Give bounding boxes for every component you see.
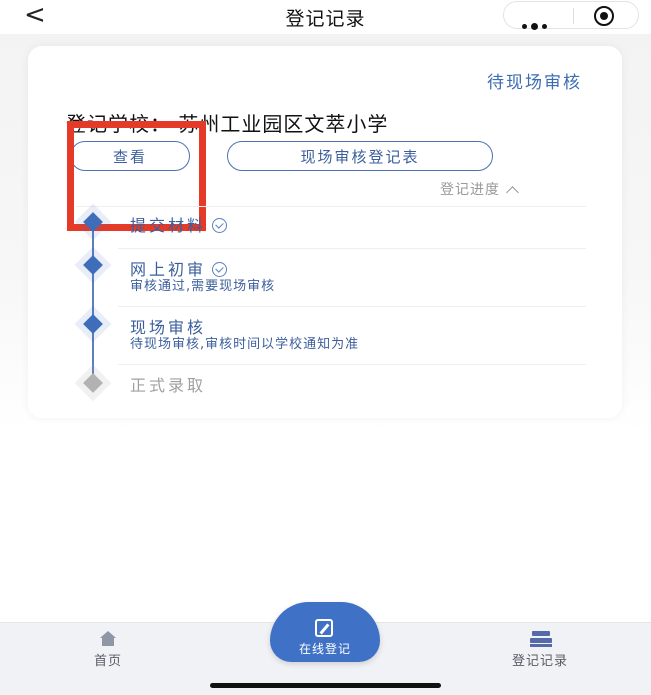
step-title: 正式录取 <box>130 376 207 395</box>
miniprogram-capsule <box>503 1 639 30</box>
divider <box>76 206 586 207</box>
tab-label: 首页 <box>93 654 122 669</box>
step-title: 提交材料 <box>130 216 207 235</box>
divider <box>118 248 586 249</box>
registration-record-card: 待现场审核 登记学校： 苏州工业园区文萃小学 查看 现场审核登记表 登记进度 提… <box>28 46 622 418</box>
step-marker <box>83 255 103 275</box>
more-icon[interactable] <box>522 14 551 33</box>
tab-label: 在线登记 <box>298 642 351 656</box>
home-icon <box>98 631 118 647</box>
check-circle-icon <box>212 218 228 233</box>
step-subtitle: 待现场审核,审核时间以学校通知为准 <box>130 337 360 352</box>
nav-bar: < 登记记录 <box>0 0 651 34</box>
chevron-up-icon <box>506 186 519 199</box>
step-marker <box>83 212 103 232</box>
onsite-review-form-button[interactable]: 现场审核登记表 <box>227 141 493 171</box>
home-indicator <box>210 683 441 688</box>
edit-icon <box>315 619 333 637</box>
capsule-divider <box>573 8 574 24</box>
divider <box>118 306 586 307</box>
tab-label: 登记记录 <box>511 654 568 669</box>
records-icon <box>530 631 552 647</box>
progress-toggle-label: 登记进度 <box>440 182 500 198</box>
status-badge: 待现场审核 <box>487 73 582 93</box>
divider <box>118 364 586 365</box>
step-marker <box>83 314 103 334</box>
timeline-line <box>92 222 94 374</box>
progress-toggle[interactable]: 登记进度 <box>440 179 519 199</box>
step-marker-pending <box>83 373 103 393</box>
online-registration-button[interactable]: 在线登记 <box>270 602 380 662</box>
step-subtitle: 审核通过,需要现场审核 <box>130 279 276 294</box>
step-item: 提交材料 <box>130 212 228 236</box>
close-miniprogram-icon[interactable] <box>594 6 614 26</box>
